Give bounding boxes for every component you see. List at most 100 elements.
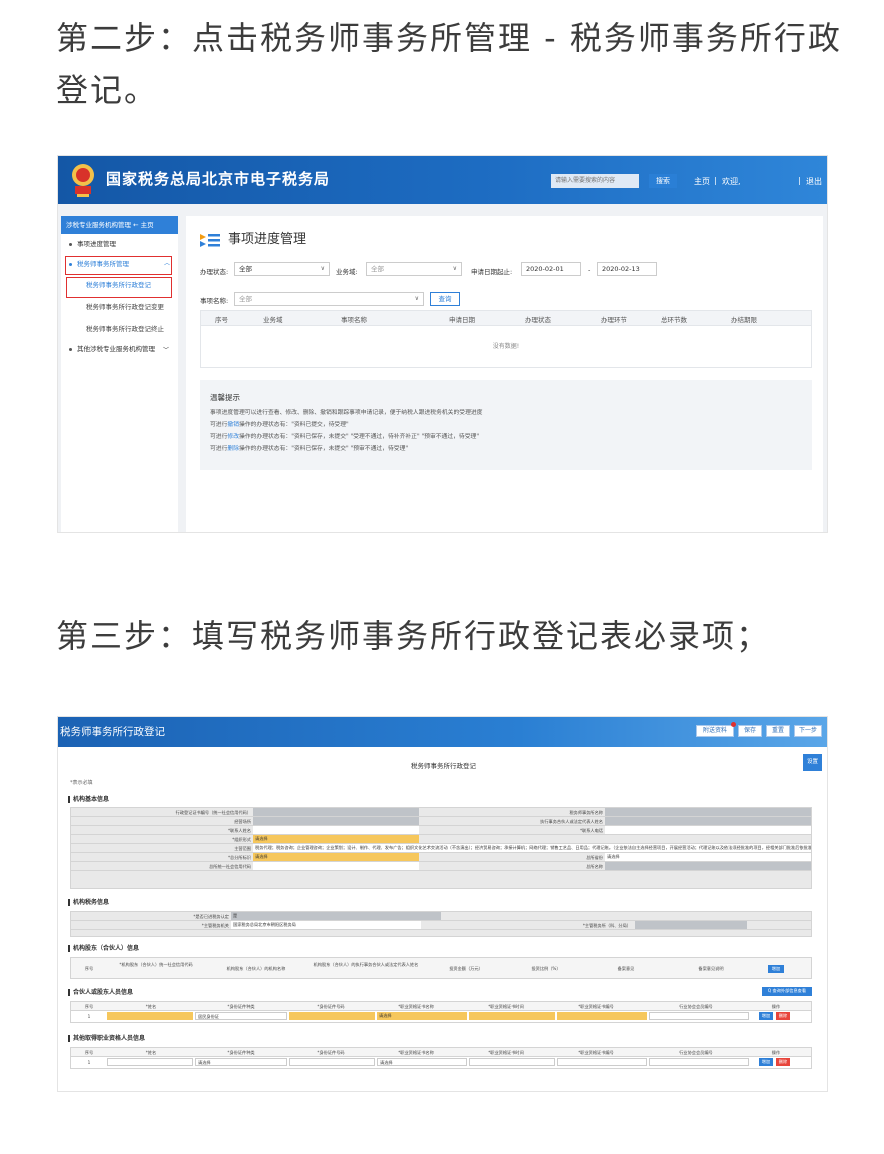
add-other-button[interactable]: 增加 — [759, 1058, 773, 1066]
tax-recognized-field[interactable]: 是 — [231, 912, 441, 920]
column-header: *身份证件号码 — [317, 1004, 345, 1009]
item-name-select[interactable]: 全部 ∨ — [234, 292, 424, 306]
branch-flag-label: *总分所标识 — [227, 855, 251, 860]
column-header[interactable]: 办理状态 — [525, 314, 551, 324]
main-panel: 事项进度管理 办理状态: 全部 ∨ 业务域: 全部 ∨ 申请日期起止: 2020-0… — [186, 216, 823, 532]
nav-logout-link[interactable]: 退出 — [806, 176, 822, 187]
nav-home-link[interactable]: 主页 — [694, 176, 710, 187]
partner-cert-time-input[interactable] — [469, 1012, 555, 1020]
attach-documents-button[interactable]: 附送资料 — [696, 725, 734, 737]
partner-name-label: 执行事务合伙人或法定代表人姓名 — [540, 819, 603, 824]
contact-name-field[interactable] — [253, 826, 419, 834]
column-header: 序号 — [84, 1004, 94, 1009]
sidebar-item-progress[interactable]: 事项进度管理 — [61, 234, 178, 254]
section-basic-info: 机构基本信息 — [68, 796, 109, 803]
column-header: 序号 — [84, 966, 94, 971]
column-header[interactable]: 申请日期 — [449, 314, 475, 324]
column-header: *姓名 — [145, 1050, 157, 1055]
column-header[interactable]: 办理环节 — [601, 314, 627, 324]
partner-name-field[interactable] — [605, 817, 811, 825]
save-button[interactable]: 保存 — [738, 725, 762, 737]
date-from-input[interactable]: 2020-02-01 — [521, 262, 581, 276]
cert-number-field[interactable] — [253, 808, 419, 816]
column-header[interactable]: 事项名称 — [341, 314, 367, 324]
other-id-type-value: 请选择 — [198, 1060, 211, 1065]
column-header: 备案意见 — [617, 966, 635, 971]
place-label: 经营场所 — [234, 819, 251, 824]
bullet-icon — [69, 347, 72, 351]
domain-label: 业务域: — [336, 268, 358, 276]
add-partner-button[interactable]: 增加 — [759, 1012, 773, 1020]
sidebar-subitem-registration-end[interactable]: 税务师事务所行政登记终止 — [61, 318, 178, 340]
firm-name-field[interactable] — [605, 808, 811, 816]
delete-other-button[interactable]: 删除 — [776, 1058, 790, 1066]
column-header: 操作 — [771, 1050, 781, 1055]
other-id-number-input[interactable] — [289, 1058, 375, 1066]
screenshot-registration-form: 税务师事务所行政登记 附送资料 保存 重置 下一步 税务师事务所行政登记 设置 … — [57, 716, 828, 1092]
partner-name-input[interactable] — [107, 1012, 193, 1020]
settings-button[interactable]: 设置 — [803, 754, 822, 771]
column-header[interactable]: 总环节数 — [661, 314, 687, 324]
delete-partner-button[interactable]: 删除 — [776, 1012, 790, 1020]
tax-authority-label: *主管税务机关 — [201, 923, 229, 928]
form-row: 经营场所 执行事务合伙人或法定代表人姓名 — [71, 817, 811, 826]
contact-name-label: *联系人姓名 — [227, 828, 251, 833]
partner-member-number-input[interactable] — [649, 1012, 749, 1020]
partner-id-type-select[interactable]: 居民身份证 — [195, 1012, 287, 1020]
domain-select[interactable]: 全部 ∨ — [366, 262, 462, 276]
contact-phone-field[interactable] — [605, 826, 811, 834]
place-field[interactable] — [253, 817, 419, 825]
other-name-input[interactable] — [107, 1058, 193, 1066]
form-row: 主营范围 税务代理；税务咨询；企业管理咨询；企业策划；设计、制作、代理、发布广告… — [71, 844, 811, 853]
column-header: *身份证件种类 — [227, 1004, 255, 1009]
item-name-select-value: 全部 — [239, 295, 252, 303]
head-province-select[interactable]: 请选择 — [605, 853, 811, 861]
partner-cert-name-select[interactable]: 请选择 — [377, 1012, 467, 1020]
column-header: *身份证件种类 — [227, 1050, 255, 1055]
column-header: 投资比例（%） — [531, 966, 561, 971]
nav-separator: | — [798, 176, 801, 185]
org-form-select[interactable]: 请选择 — [253, 835, 419, 843]
branch-flag-select[interactable]: 请选择 — [253, 853, 419, 861]
tax-office-field[interactable] — [635, 921, 747, 929]
other-cert-number-input[interactable] — [557, 1058, 647, 1066]
form-row: *主管税务机关 国家税务总局北京市朝阳区税务局 *主管税务所（科、分局） — [71, 921, 811, 930]
column-header: 备案意见说明 — [698, 966, 724, 971]
sidebar-header[interactable]: 涉税专业服务机构管理 ← 主页 — [61, 216, 178, 234]
column-header[interactable]: 序号 — [215, 314, 228, 324]
partner-cert-number-input[interactable] — [557, 1012, 647, 1020]
other-cert-name-select[interactable]: 请选择 — [377, 1058, 467, 1066]
sidebar-item-other-services[interactable]: 其他涉税专业服务机构管理 ﹀ — [61, 340, 169, 366]
reset-button[interactable]: 重置 — [766, 725, 790, 737]
form-row: 行政登记证书编号（统一社会信用代码） 税务师事务所名称 — [71, 808, 811, 817]
query-external-info-button[interactable]: Q 查询外部信息查看 — [762, 987, 812, 996]
form-row: *总分所标识 请选择 总所省份 请选择 — [71, 853, 811, 862]
head-name-field[interactable] — [605, 862, 811, 870]
column-header[interactable]: 业务域 — [263, 314, 283, 324]
search-button[interactable]: 搜索 — [649, 174, 677, 188]
add-shareholder-button[interactable]: 增加 — [768, 965, 784, 973]
partner-id-number-input[interactable] — [289, 1012, 375, 1020]
tip-text: 操作的办理状态有："资料已保存，未提交" "预审不通过，待受理" — [239, 446, 409, 452]
head-code-field[interactable] — [253, 862, 419, 870]
column-header: *职业资格证书时间 — [488, 1004, 524, 1009]
scope-field[interactable]: 税务代理；税务咨询；企业管理咨询；企业策划；设计、制作、代理、发布广告；组织文化… — [253, 844, 811, 852]
date-to-input[interactable]: 2020-02-13 — [597, 262, 657, 276]
next-step-button[interactable]: 下一步 — [794, 725, 822, 737]
highlight-box — [65, 256, 172, 275]
chevron-down-icon: ∨ — [452, 265, 457, 272]
tip-text: 可进行 — [210, 446, 228, 452]
search-input[interactable] — [551, 174, 639, 188]
tax-authority-field[interactable]: 国家税务总局北京市朝阳区税务局 — [231, 921, 421, 929]
query-button[interactable]: 查询 — [430, 292, 460, 306]
required-note: *表示必填 — [70, 780, 93, 786]
other-member-number-input[interactable] — [649, 1058, 749, 1066]
sidebar: 涉税专业服务机构管理 ← 主页 事项进度管理 税务师事务所管理 ︿ 税务师事务所行… — [61, 216, 178, 532]
other-cert-time-input[interactable] — [469, 1058, 555, 1066]
other-id-type-select[interactable]: 请选择 — [195, 1058, 287, 1066]
sidebar-subitem-registration-change[interactable]: 税务师事务所行政登记变更 — [61, 296, 178, 318]
column-header[interactable]: 办结期限 — [731, 314, 757, 324]
tip-line: 可进行删除操作的办理状态有："资料已保存，未提交" "预审不通过，待受理" — [210, 443, 802, 455]
status-select[interactable]: 全部 ∨ — [234, 262, 330, 276]
column-header: *职业资格证书时间 — [488, 1050, 524, 1055]
